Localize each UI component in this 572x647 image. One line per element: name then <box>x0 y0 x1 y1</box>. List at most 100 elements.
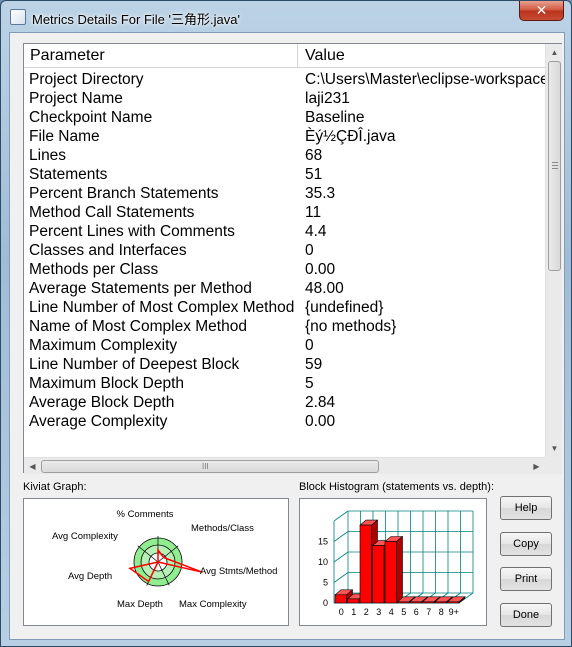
parameter-cell: Average Statements per Method <box>29 280 252 297</box>
table-row[interactable]: Percent Lines with Comments 4.4 <box>24 222 545 241</box>
value-cell: Baseline <box>305 109 365 126</box>
window-icon <box>10 9 26 25</box>
done-button[interactable]: Done <box>500 603 552 627</box>
kiviat-axis-label: Max Depth <box>117 599 163 610</box>
help-button[interactable]: Help <box>500 496 552 520</box>
kiviat-axis-label: Max Complexity <box>179 599 247 610</box>
histogram-bar-side <box>396 535 403 604</box>
kiviat-axis-label: Avg Stmts/Method <box>200 566 277 577</box>
parameter-cell: Name of Most Complex Method <box>29 318 247 335</box>
table-row[interactable]: Average Statements per Method 48.00 <box>24 279 545 298</box>
value-cell: 0.00 <box>305 413 336 430</box>
dialog-client: Parameter Value Project Directory C:\User… <box>9 32 565 640</box>
table-header: Parameter Value <box>24 44 545 68</box>
parameter-cell: File Name <box>29 128 100 145</box>
histogram-bar <box>384 541 397 604</box>
parameter-cell: Project Directory <box>29 71 144 88</box>
kiviat-graph-label: Kiviat Graph: <box>23 481 87 493</box>
table-row[interactable]: Maximum Complexity 0 <box>24 336 545 355</box>
window-title: Metrics Details For File '三角形.java' <box>32 12 240 27</box>
vertical-scroll-thumb[interactable] <box>548 61 561 271</box>
value-cell: 35.3 <box>305 185 336 202</box>
table-row[interactable]: Statements 51 <box>24 165 545 184</box>
histogram-x-tick: 3 <box>376 607 381 617</box>
value-cell: 0 <box>305 242 314 259</box>
histogram-grid-line <box>333 510 349 522</box>
table-row[interactable]: Classes and Interfaces 0 <box>24 241 545 260</box>
value-cell: 11 <box>305 204 322 221</box>
value-cell: 59 <box>305 356 323 373</box>
parameter-cell: Maximum Block Depth <box>29 375 185 392</box>
value-cell: 4.4 <box>305 223 327 240</box>
metrics-details-window: Metrics Details For File '三角形.java' ✕ Pa… <box>0 0 572 647</box>
histogram-x-tick: 0 <box>339 607 344 617</box>
horizontal-scroll-thumb[interactable]: III <box>41 460 379 473</box>
parameter-cell: Project Name <box>29 90 123 107</box>
parameter-cell: Method Call Statements <box>29 204 195 221</box>
block-histogram-label: Block Histogram (statements vs. depth): <box>299 481 495 493</box>
parameter-cell: Percent Branch Statements <box>29 185 219 202</box>
value-cell: 2.84 <box>305 394 336 411</box>
title-bar[interactable]: Metrics Details For File '三角形.java' ✕ <box>1 1 571 33</box>
table-rows: Project Directory C:\Users\Master\eclipse… <box>24 70 545 468</box>
histogram-x-tick: 9+ <box>449 607 459 617</box>
value-cell: Èý½ÇÐÎ.java <box>305 128 396 145</box>
scroll-grip: III <box>202 462 209 471</box>
value-cell: {undefined} <box>305 299 384 316</box>
value-cell: 48.00 <box>305 280 344 297</box>
kiviat-axis-label: Avg Complexity <box>52 531 118 542</box>
scroll-corner <box>545 457 562 474</box>
table-row[interactable]: Methods per Class 0.00 <box>24 260 545 279</box>
value-cell: 0 <box>305 337 314 354</box>
parameter-cell: Checkpoint Name <box>29 109 153 126</box>
kiviat-axis-label: Avg Depth <box>68 571 112 582</box>
value-cell: laji231 <box>305 90 350 107</box>
parameter-cell: Percent Lines with Comments <box>29 223 235 240</box>
column-header-value[interactable]: Value <box>299 44 545 68</box>
histogram-bar <box>397 601 410 604</box>
table-row[interactable]: Project Name laji231 <box>24 89 545 108</box>
metrics-table: Parameter Value Project Directory C:\User… <box>23 43 562 474</box>
table-row[interactable]: Method Call Statements 11 <box>24 203 545 222</box>
table-row[interactable]: File Name Èý½ÇÐÎ.java <box>24 127 545 146</box>
value-cell: 68 <box>305 147 323 164</box>
scroll-down-arrow[interactable]: ▼ <box>546 440 563 457</box>
value-cell: 51 <box>305 166 323 183</box>
value-cell: C:\Users\Master\eclipse-workspace <box>305 71 545 88</box>
parameter-cell: Line Number of Deepest Block <box>29 356 240 373</box>
scroll-left-arrow[interactable]: ◀ <box>24 458 41 475</box>
histogram-bar <box>359 524 372 604</box>
horizontal-scrollbar[interactable]: ◀ III ▶ <box>24 457 545 474</box>
table-row[interactable]: Project Directory C:\Users\Master\eclipse… <box>24 70 545 89</box>
print-button[interactable]: Print <box>500 567 552 591</box>
parameter-cell: Average Block Depth <box>29 394 175 411</box>
parameter-cell: Statements <box>29 166 108 183</box>
column-header-parameter[interactable]: Parameter <box>24 44 298 68</box>
table-row[interactable]: Name of Most Complex Method {no methods} <box>24 317 545 336</box>
block-histogram: 0 5 10 15 0 1 2 3 4 5 6 7 8 9+ <box>299 498 487 626</box>
histogram-y-tick: 15 <box>318 537 328 547</box>
table-row[interactable]: Lines 68 <box>24 146 545 165</box>
table-row[interactable]: Average Block Depth 2.84 <box>24 393 545 412</box>
parameter-cell: Lines <box>29 147 67 164</box>
histogram-grid-line <box>333 572 349 583</box>
table-row[interactable]: Checkpoint Name Baseline <box>24 108 545 127</box>
table-row[interactable]: Line Number of Most Complex Method {undef… <box>24 298 545 317</box>
scroll-right-arrow[interactable]: ▶ <box>528 458 545 475</box>
histogram-bar <box>347 598 360 604</box>
parameter-cell: Methods per Class <box>29 261 159 278</box>
table-row[interactable]: Average Complexity 0.00 <box>24 412 545 431</box>
scroll-up-arrow[interactable]: ▲ <box>546 44 563 61</box>
parameter-cell: Average Complexity <box>29 413 168 430</box>
table-row[interactable]: Maximum Block Depth 5 <box>24 374 545 393</box>
close-button[interactable]: ✕ <box>519 1 564 21</box>
value-cell: 5 <box>305 375 314 392</box>
table-row[interactable]: Line Number of Deepest Block 59 <box>24 355 545 374</box>
histogram-x-tick: 2 <box>364 607 369 617</box>
copy-button[interactable]: Copy <box>500 532 552 556</box>
histogram-x-tick: 7 <box>426 607 431 617</box>
value-cell: 0.00 <box>305 261 336 278</box>
histogram-chart-svg: 0510150 1 2 3 4 5 6 7 8 9+ <box>318 510 474 617</box>
vertical-scrollbar[interactable]: ▲ ▼ <box>545 44 562 457</box>
table-row[interactable]: Percent Branch Statements 35.3 <box>24 184 545 203</box>
